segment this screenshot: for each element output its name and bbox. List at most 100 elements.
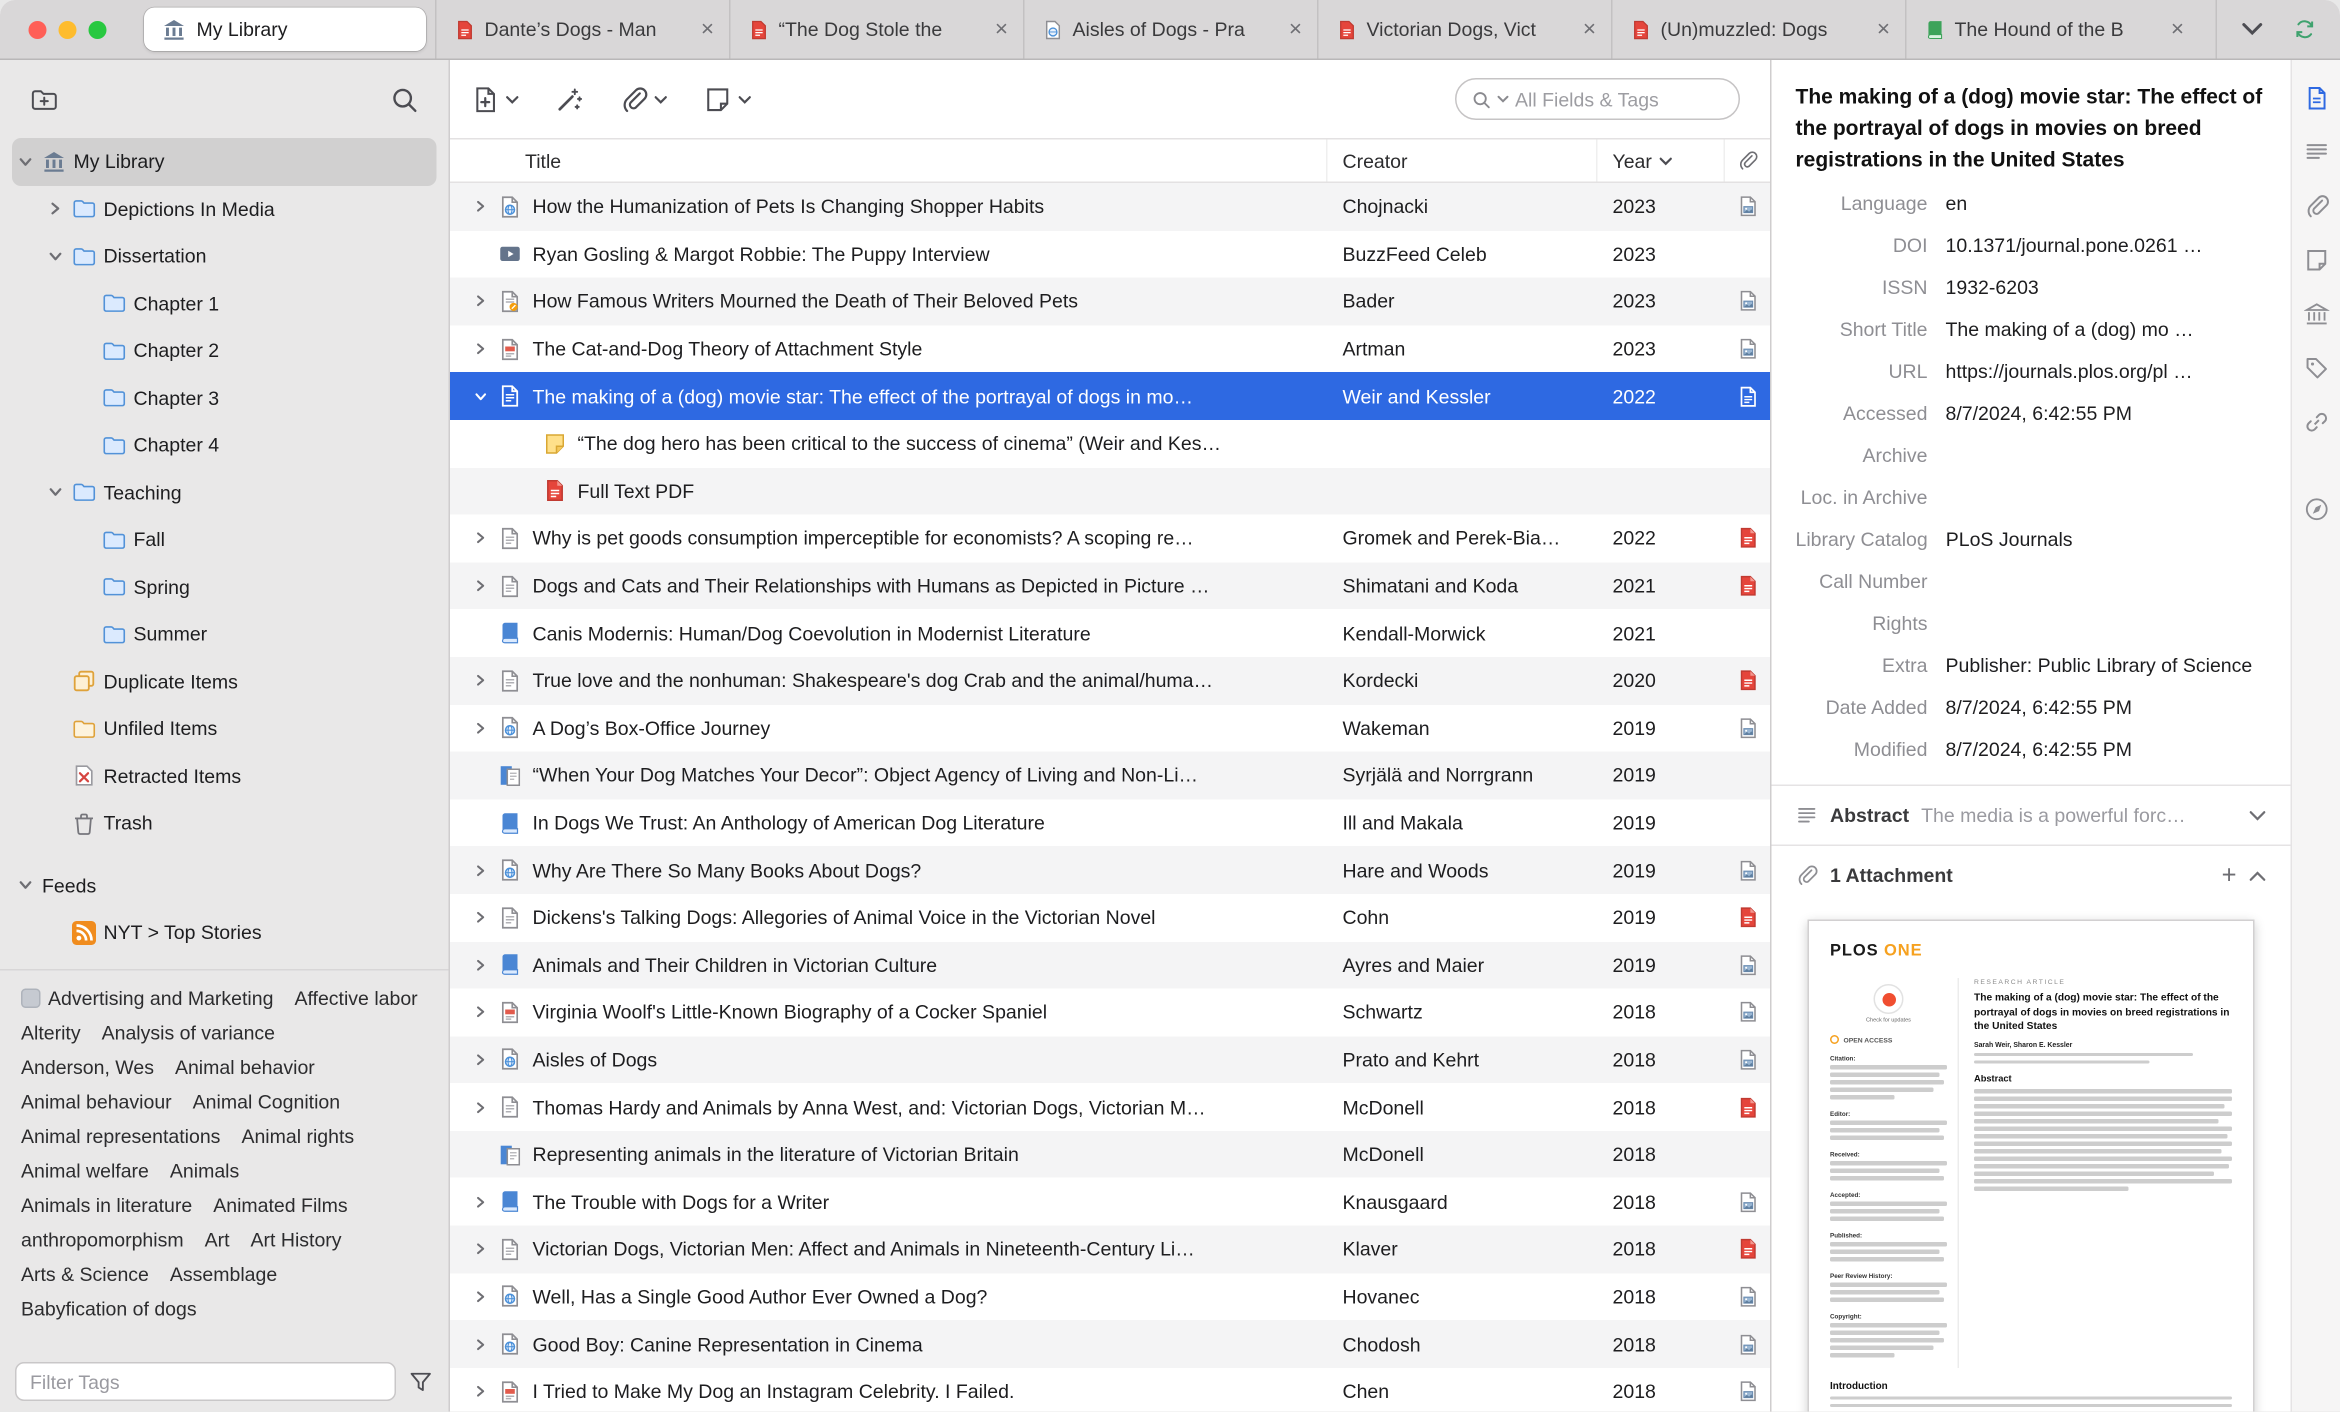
collection-search-icon[interactable] [390,85,419,114]
collection-chapter-1[interactable]: Chapter 1 [0,280,449,327]
column-header-creator[interactable]: Creator [1328,140,1598,182]
tag-affective-labor[interactable]: Affective labor [294,985,417,1011]
tag-assemblage[interactable]: Assemblage [170,1261,277,1287]
collection-unfiled-items[interactable]: Unfiled Items [0,705,449,752]
tag-animals-in-literature[interactable]: Animals in literature [21,1192,192,1218]
item-row[interactable]: Why is pet goods consumption imperceptib… [450,515,1770,562]
attachment-preview[interactable]: PLOS ONE Check for updates OPEN ACCESS C… [1772,905,2291,1412]
chevron-right-icon[interactable] [468,200,492,214]
item-row[interactable]: How the Humanization of Pets Is Changing… [450,183,1770,230]
item-row[interactable]: Canis Modernis: Human/Dog Coevolution in… [450,610,1770,657]
chevron-right-icon[interactable] [468,1243,492,1257]
item-row[interactable]: True love and the nonhuman: Shakespeare'… [450,657,1770,704]
item-row-selected[interactable]: The making of a (dog) movie star: The ef… [450,373,1770,420]
chevron-right-icon[interactable] [468,863,492,877]
tag-animal-rights[interactable]: Animal rights [241,1123,354,1149]
tab-un-muzzled-dogs[interactable]: (Un)muzzled: Dogs× [1611,0,1905,59]
collection-teaching[interactable]: Teaching [0,469,449,516]
chevron-right-icon[interactable] [468,295,492,309]
item-row[interactable]: Ryan Gosling & Margot Robbie: The Puppy … [450,230,1770,277]
pane-info-button[interactable] [2300,81,2333,114]
chevron-right-icon[interactable] [468,721,492,735]
item-row[interactable]: Virginia Woolf's Little-Known Biography … [450,989,1770,1036]
collection-duplicate-items[interactable]: Duplicate Items [0,658,449,705]
collection-chapter-4[interactable]: Chapter 4 [0,422,449,469]
tab-the-hound-of-the-b[interactable]: The Hound of the B× [1905,0,2199,59]
collection-trash[interactable]: Trash [0,800,449,847]
item-row[interactable]: “The dog hero has been critical to the s… [450,420,1770,467]
collection-retracted-items[interactable]: Retracted Items [0,752,449,799]
field-value[interactable]: https://journals.plos.org/pl … [1946,353,2267,383]
chevron-right-icon[interactable] [468,1100,492,1114]
close-tab-icon[interactable]: × [2168,18,2187,41]
tag-anderson-wes[interactable]: Anderson, Wes [21,1054,154,1080]
item-row[interactable]: The Trouble with Dogs for a WriterKnausg… [450,1178,1770,1225]
tag-animal-cognition[interactable]: Animal Cognition [193,1088,340,1114]
column-header-title[interactable]: Title [450,140,1328,182]
pane-abstract-button[interactable] [2300,135,2333,168]
feeds-header[interactable]: Feeds [0,862,449,909]
tag-animal-behaviour[interactable]: Animal behaviour [21,1088,172,1114]
pane-libraries-button[interactable] [2300,297,2333,330]
item-row[interactable]: The Cat-and-Dog Theory of Attachment Sty… [450,325,1770,372]
tag-anthropomorphism[interactable]: anthropomorphism [21,1226,184,1252]
tag-filter-input[interactable] [15,1362,396,1401]
item-row[interactable]: Full Text PDF [450,467,1770,514]
collection-spring[interactable]: Spring [0,563,449,610]
tab-my-library[interactable]: My Library [144,8,426,52]
tab-the-dog-stole-the[interactable]: “The Dog Stole the × [729,0,1023,59]
item-row[interactable]: Why Are There So Many Books About Dogs?H… [450,846,1770,893]
abstract-section-header[interactable]: Abstract The media is a powerful forc… [1772,785,2291,845]
chevron-down-icon[interactable] [2249,806,2267,824]
chevron-down-icon[interactable] [15,878,35,893]
collection-my-library[interactable]: My Library [12,138,437,185]
collection-summer[interactable]: Summer [0,611,449,658]
tag-art[interactable]: Art [205,1226,230,1252]
pane-related-button[interactable] [2300,405,2333,438]
item-row[interactable]: Representing animals in the literature o… [450,1131,1770,1178]
chevron-right-icon[interactable] [468,1290,492,1304]
chevron-up-icon[interactable] [2249,866,2267,884]
minimize-window-button[interactable] [59,20,77,38]
item-row[interactable]: I Tried to Make My Dog an Instagram Cele… [450,1368,1770,1412]
field-value[interactable]: 10.1371/journal.pone.0261 … [1946,227,2267,257]
chevron-right-icon[interactable] [468,1053,492,1067]
close-window-button[interactable] [29,20,47,38]
item-row[interactable]: A Dog’s Box-Office JourneyWakeman2019 [450,704,1770,751]
search-input[interactable] [1515,88,1724,111]
feed-nyt-top-stories[interactable]: NYT > Top Stories [0,909,449,956]
collection-fall[interactable]: Fall [0,516,449,563]
tag-arts-science[interactable]: Arts & Science [21,1261,149,1287]
chevron-right-icon[interactable] [468,911,492,925]
tabs-menu-button[interactable] [2241,18,2264,41]
item-row[interactable]: Animals and Their Children in Victorian … [450,941,1770,988]
tag-animal-representations[interactable]: Animal representations [21,1123,220,1149]
tag-filter-options-button[interactable] [408,1369,434,1395]
column-header-attachment[interactable] [1725,140,1770,182]
tag-animal-welfare[interactable]: Animal welfare [21,1157,149,1183]
chevron-down-icon[interactable] [15,154,35,169]
collection-dissertation[interactable]: Dissertation [0,233,449,280]
chevron-right-icon[interactable] [468,342,492,356]
item-row[interactable]: Good Boy: Canine Representation in Cinem… [450,1320,1770,1367]
chevron-right-icon[interactable] [468,1006,492,1020]
item-row[interactable]: Aisles of DogsPrato and Kehrt2018 [450,1036,1770,1083]
chevron-right-icon[interactable] [468,1195,492,1209]
item-search-box[interactable] [1455,78,1740,120]
chevron-right-icon[interactable] [468,958,492,972]
close-tab-icon[interactable]: × [1286,18,1305,41]
tag-analysis-of-variance[interactable]: Analysis of variance [102,1019,275,1045]
column-header-year[interactable]: Year [1598,140,1726,182]
chevron-down-icon[interactable] [468,390,492,404]
chevron-right-icon[interactable] [468,532,492,546]
tab-dante-s-dogs-man[interactable]: Dante’s Dogs - Man× [435,0,729,59]
tag-alterity[interactable]: Alterity [21,1019,81,1045]
new-item-button[interactable] [471,85,519,114]
attachments-section-header[interactable]: 1 Attachment + [1772,845,2291,905]
pane-tags-button[interactable] [2300,351,2333,384]
item-row[interactable]: Dogs and Cats and Their Relationships wi… [450,562,1770,609]
tab-victorian-dogs-vict[interactable]: Victorian Dogs, Vict× [1317,0,1611,59]
close-tab-icon[interactable]: × [992,18,1011,41]
fullscreen-window-button[interactable] [89,20,107,38]
chevron-down-icon[interactable] [45,249,65,264]
